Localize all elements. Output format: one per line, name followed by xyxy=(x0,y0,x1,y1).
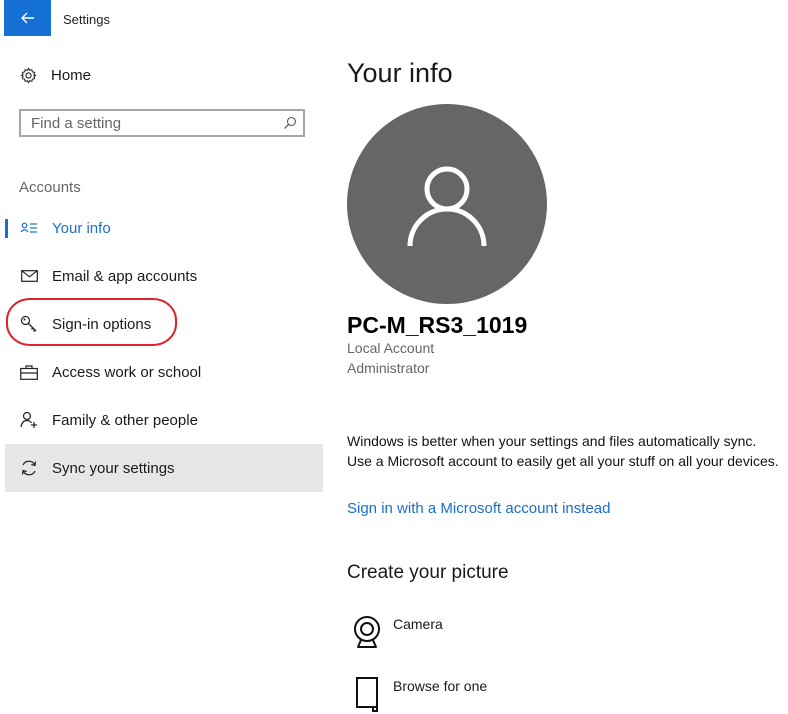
sidebar-item-sign-in-options[interactable]: Sign-in options xyxy=(5,300,323,348)
sidebar-item-label: Access work or school xyxy=(52,363,202,381)
mail-icon xyxy=(19,266,39,286)
sidebar-item-access-work-or-school[interactable]: Access work or school xyxy=(5,348,323,396)
key-icon xyxy=(19,314,39,334)
camera-icon xyxy=(347,612,387,652)
home-nav-item[interactable]: Home xyxy=(19,66,91,84)
person-add-icon xyxy=(19,410,39,430)
sidebar-item-label: Email & app accounts xyxy=(52,267,198,285)
sidebar-item-your-info[interactable]: Your info xyxy=(5,204,323,252)
browse-label: Browse for one xyxy=(393,678,488,694)
briefcase-icon xyxy=(19,362,39,382)
back-arrow-icon xyxy=(20,12,34,24)
browse-icon xyxy=(347,674,387,714)
search-box xyxy=(19,109,305,137)
camera-label: Camera xyxy=(393,616,443,632)
sidebar-item-label: Sign-in options xyxy=(52,315,152,333)
sidebar-item-email-app-accounts[interactable]: Email & app accounts xyxy=(5,252,323,300)
sidebar-item-sync-your-settings[interactable]: Sync your settings xyxy=(5,444,323,492)
sync-message: Windows is better when your settings and… xyxy=(347,433,779,469)
window-title: Settings xyxy=(63,12,110,27)
search-input[interactable] xyxy=(21,111,277,135)
search-icon[interactable] xyxy=(277,116,303,130)
sync-icon xyxy=(19,458,39,478)
account-type: Local Account xyxy=(347,340,435,356)
user-silhouette-icon xyxy=(407,166,487,247)
sidebar-item-label: Your info xyxy=(52,219,111,237)
gear-icon xyxy=(19,66,37,84)
section-label-accounts: Accounts xyxy=(19,179,81,196)
camera-option[interactable]: Camera xyxy=(347,612,443,652)
person-card-icon xyxy=(19,218,39,238)
back-button[interactable] xyxy=(4,0,51,36)
account-role: Administrator xyxy=(347,360,430,376)
avatar[interactable] xyxy=(347,104,547,304)
account-name: PC-M_RS3_1019 xyxy=(347,312,528,338)
sidebar-item-family-other-people[interactable]: Family & other people xyxy=(5,396,323,444)
home-label: Home xyxy=(51,66,92,84)
sidebar-item-label: Family & other people xyxy=(52,411,198,429)
create-picture-heading: Create your picture xyxy=(347,562,509,583)
page-title: Your info xyxy=(347,58,453,88)
microsoft-account-link[interactable]: Sign in with a Microsoft account instead xyxy=(347,500,610,517)
sidebar-item-label: Sync your settings xyxy=(52,459,175,477)
browse-option[interactable]: Browse for one xyxy=(347,674,487,714)
